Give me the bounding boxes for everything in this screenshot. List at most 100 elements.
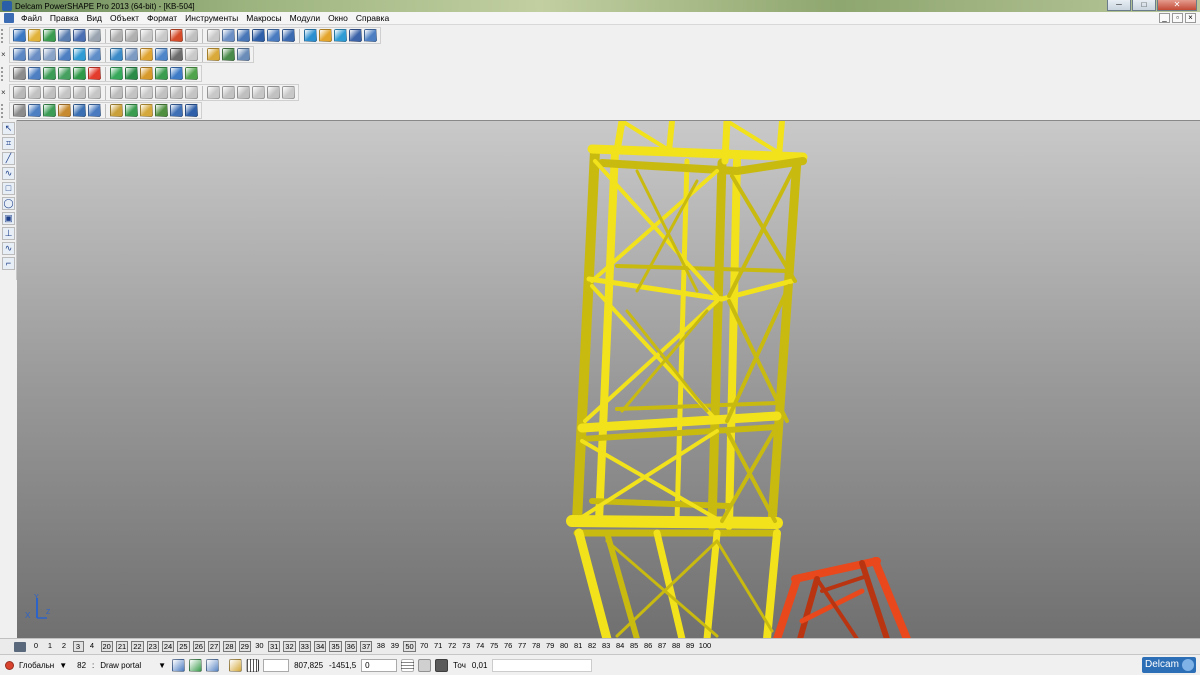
toolbar-close-icon[interactable]: ×	[1, 88, 8, 97]
level-button[interactable]: 3	[72, 641, 84, 652]
level-button[interactable]: 4	[87, 641, 98, 652]
toolbar-icon-button[interactable]	[58, 86, 71, 99]
line-tool-button[interactable]: ╱	[2, 152, 15, 165]
toolbar-icon-button[interactable]	[110, 67, 123, 80]
level-button[interactable]: 81	[573, 641, 584, 652]
toolbar-icon-button[interactable]	[252, 86, 265, 99]
level-button[interactable]: 35	[329, 641, 342, 652]
workplane-tool-button[interactable]: ⌗	[2, 137, 15, 150]
menu-macros[interactable]: Макросы	[242, 12, 285, 24]
level-button[interactable]: 38	[375, 641, 386, 652]
menu-edit[interactable]: Правка	[46, 12, 83, 24]
level-button[interactable]: 84	[615, 641, 626, 652]
level-button[interactable]: 33	[298, 641, 311, 652]
toolbar-icon-button[interactable]	[43, 104, 56, 117]
level-button[interactable]: 31	[267, 641, 281, 652]
level-button[interactable]: 72	[447, 641, 458, 652]
toolbar-icon-button[interactable]	[13, 29, 26, 42]
toolbar-icon-button[interactable]	[267, 29, 280, 42]
toolbar-icon-button[interactable]	[125, 104, 138, 117]
active-level-select[interactable]: Draw portal	[100, 661, 141, 670]
toolbar-icon-button[interactable]	[28, 67, 41, 80]
toolbar-icon-button[interactable]	[125, 67, 138, 80]
toolbar-icon-button[interactable]	[13, 86, 26, 99]
toolbar-icon-button[interactable]	[282, 29, 295, 42]
intelligent-cursor-icon[interactable]	[229, 658, 243, 672]
toolbar-icon-button[interactable]	[252, 29, 265, 42]
doc-restore-button[interactable]: ▫	[1172, 13, 1183, 23]
solid-tool-button[interactable]: ▣	[2, 212, 15, 225]
level-button[interactable]: 25	[177, 641, 190, 652]
toolbar-icon-button[interactable]	[43, 86, 56, 99]
toolbar-icon-button[interactable]	[110, 48, 123, 61]
rectangle-tool-button[interactable]: □	[2, 182, 15, 195]
toolbar-icon-button[interactable]	[319, 29, 332, 42]
portal-frame[interactable]	[773, 557, 911, 638]
level-button[interactable]: 87	[657, 641, 668, 652]
level-button[interactable]: 36	[344, 641, 357, 652]
toolbar-grip[interactable]	[1, 103, 7, 118]
level-button[interactable]: 32	[283, 641, 296, 652]
dimension-tool-button[interactable]: ⊥	[2, 227, 15, 240]
menu-modules[interactable]: Модули	[286, 12, 324, 24]
toolbar-icon-button[interactable]	[222, 86, 235, 99]
model-scene[interactable]	[17, 121, 1200, 638]
level-button[interactable]: 75	[489, 641, 500, 652]
menu-format[interactable]: Формат	[143, 12, 181, 24]
toolbar-icon-button[interactable]	[364, 29, 377, 42]
toolbar-icon-button[interactable]	[170, 67, 183, 80]
document-icon[interactable]	[4, 13, 14, 23]
level-button[interactable]: 23	[146, 641, 159, 652]
level-button[interactable]: 74	[475, 641, 486, 652]
menu-help[interactable]: Справка	[352, 12, 393, 24]
toolbar-icon-button[interactable]	[140, 48, 153, 61]
tower-structure[interactable]	[566, 121, 808, 638]
graphics-viewport[interactable]: X Y Z	[17, 120, 1200, 638]
toolbar-icon-button[interactable]	[125, 29, 138, 42]
chevron-down-icon[interactable]: ▼	[158, 661, 166, 670]
level-button[interactable]: 78	[531, 641, 542, 652]
toolbar-icon-button[interactable]	[304, 29, 317, 42]
doc-minimize-button[interactable]: _	[1159, 13, 1170, 23]
toolbar-icon-button[interactable]	[155, 67, 168, 80]
maximize-button[interactable]: □	[1132, 0, 1156, 11]
toolbar-icon-button[interactable]	[155, 86, 168, 99]
toolbar-icon-button[interactable]	[28, 104, 41, 117]
calculator-icon[interactable]	[401, 658, 415, 672]
level-button[interactable]: 20	[100, 641, 113, 652]
keypad-icon[interactable]	[418, 658, 432, 672]
toolbar-icon-button[interactable]	[140, 29, 153, 42]
toolbar-icon-button[interactable]	[110, 29, 123, 42]
snap-icon[interactable]	[172, 658, 186, 672]
toolbar-icon-button[interactable]	[58, 48, 71, 61]
toolbar-icon-button[interactable]	[125, 48, 138, 61]
annotation-tool-button[interactable]: ⌐	[2, 257, 15, 270]
toolbar-icon-button[interactable]	[88, 104, 101, 117]
level-button[interactable]: 88	[671, 641, 682, 652]
level-button[interactable]: 70	[419, 641, 430, 652]
toolbar-close-icon[interactable]: ×	[1, 50, 8, 59]
level-button[interactable]: 83	[601, 641, 612, 652]
toolbar-icon-button[interactable]	[43, 29, 56, 42]
workplane-snap-icon[interactable]	[206, 658, 220, 672]
level-button[interactable]: 27	[207, 641, 221, 652]
toolbar-icon-button[interactable]	[282, 86, 295, 99]
grid-snap-icon[interactable]	[189, 658, 203, 672]
toolbar-icon-button[interactable]	[237, 29, 250, 42]
level-button[interactable]: 77	[517, 641, 528, 652]
toolbar-icon-button[interactable]	[170, 29, 183, 42]
toolbar-icon-button[interactable]	[140, 86, 153, 99]
level-button[interactable]: 39	[389, 641, 400, 652]
toolbar-icon-button[interactable]	[110, 104, 123, 117]
menu-view[interactable]: Вид	[83, 12, 106, 24]
level-button[interactable]: 86	[643, 641, 654, 652]
toolbar-icon-button[interactable]	[155, 104, 168, 117]
toolbar-icon-button[interactable]	[185, 104, 198, 117]
toolbar-icon-button[interactable]	[28, 29, 41, 42]
toolbar-icon-button[interactable]	[349, 29, 362, 42]
level-button[interactable]: 100	[699, 641, 712, 652]
toolbar-icon-button[interactable]	[43, 48, 56, 61]
level-button[interactable]: 34	[313, 641, 327, 652]
toolbar-icon-button[interactable]	[88, 67, 101, 80]
surface-tool-button[interactable]: ∿	[2, 242, 15, 255]
